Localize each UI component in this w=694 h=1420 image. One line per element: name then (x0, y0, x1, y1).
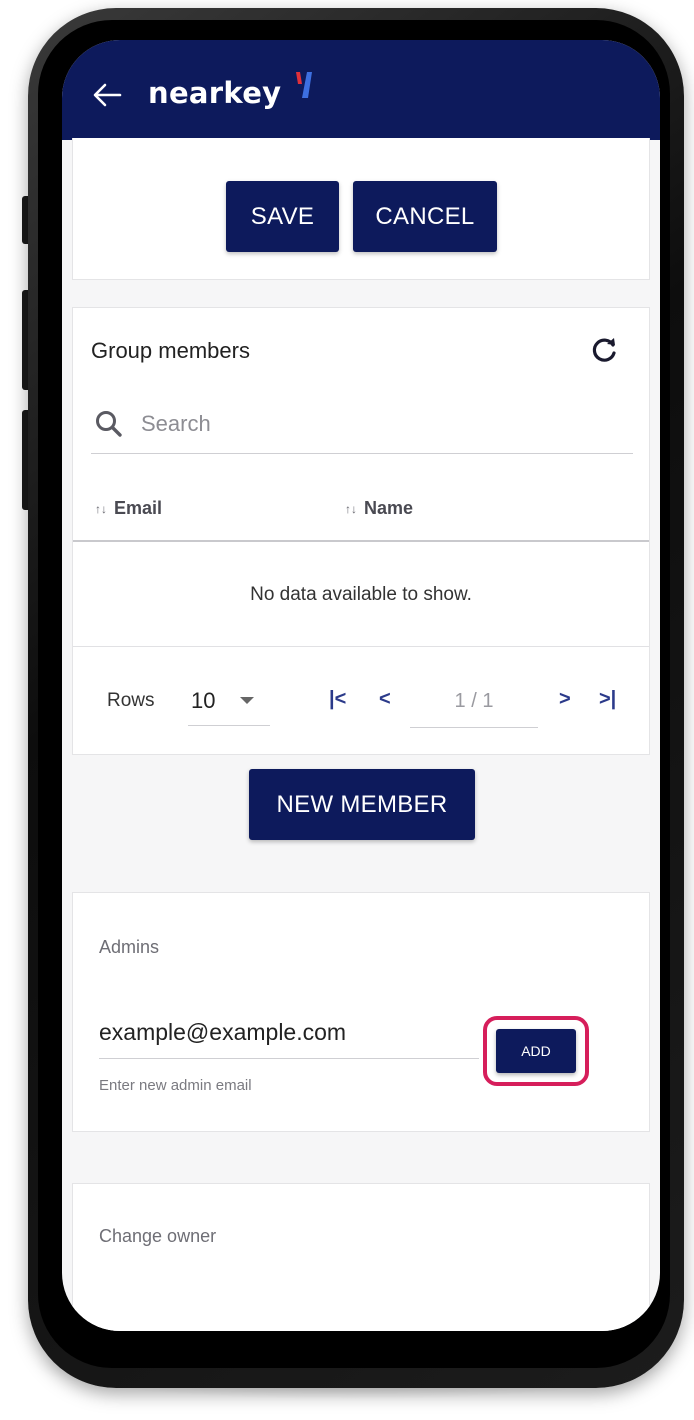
first-page-icon[interactable]: |< (329, 688, 346, 711)
search-bar (91, 394, 633, 454)
cancel-button[interactable]: CANCEL (353, 181, 497, 252)
search-icon (96, 411, 122, 437)
previous-page-icon[interactable]: < (379, 688, 391, 711)
brand-logo-mark-icon (296, 72, 312, 98)
sort-icon: ↑↓ (345, 501, 357, 516)
group-members-card: Group members ↑↓ Email ↑↓ Name (72, 307, 650, 755)
arrow-left-icon[interactable] (92, 82, 122, 108)
add-admin-button[interactable]: ADD (496, 1029, 576, 1073)
refresh-icon[interactable] (591, 336, 619, 364)
admin-email-hint: Enter new admin email (99, 1077, 252, 1094)
rows-per-page-select[interactable]: 10 (188, 676, 270, 726)
actions-card: SAVE CANCEL (72, 138, 650, 280)
column-header-name[interactable]: ↑↓ Name (345, 498, 413, 519)
save-button[interactable]: SAVE (226, 181, 339, 252)
group-members-title: Group members (91, 338, 250, 363)
table-header-divider (73, 540, 649, 542)
column-header-label: Name (364, 498, 414, 518)
rows-per-page-value: 10 (191, 688, 216, 713)
page-report-field: 1 / 1 (410, 676, 538, 728)
page-report: 1 / 1 (454, 690, 494, 712)
table-divider (73, 646, 649, 647)
paginator: Rows 10 |< < 1 / 1 > >| (73, 648, 649, 754)
search-input[interactable] (141, 406, 611, 442)
admins-card: Admins Enter new admin email ADD (72, 892, 650, 1132)
change-owner-title: Change owner (99, 1226, 217, 1246)
new-member-button[interactable]: NEW MEMBER (249, 769, 475, 840)
phone-screen: nearkey SAVE CANCEL Group members Search… (62, 40, 660, 1331)
last-page-icon[interactable]: >| (599, 688, 616, 711)
rows-per-page-label: Rows (107, 690, 155, 711)
column-header-label: Email (114, 498, 163, 518)
page-content: SAVE CANCEL Group members ↑↓ Email (72, 138, 650, 1331)
next-page-icon[interactable]: > (559, 688, 571, 711)
app-bar: nearkey (62, 40, 660, 140)
admin-email-field (99, 1011, 479, 1059)
empty-table-message: No data available to show. (250, 584, 472, 605)
admins-title: Admins (99, 937, 160, 957)
admin-email-input[interactable] (99, 1015, 479, 1049)
brand-logo-text: nearkey (148, 76, 282, 110)
add-button-highlight: ADD (483, 1016, 589, 1086)
chevron-down-icon (240, 697, 254, 704)
change-owner-card: Change owner (72, 1183, 650, 1331)
sort-icon: ↑↓ (95, 501, 107, 516)
column-header-email[interactable]: ↑↓ Email (95, 498, 162, 519)
